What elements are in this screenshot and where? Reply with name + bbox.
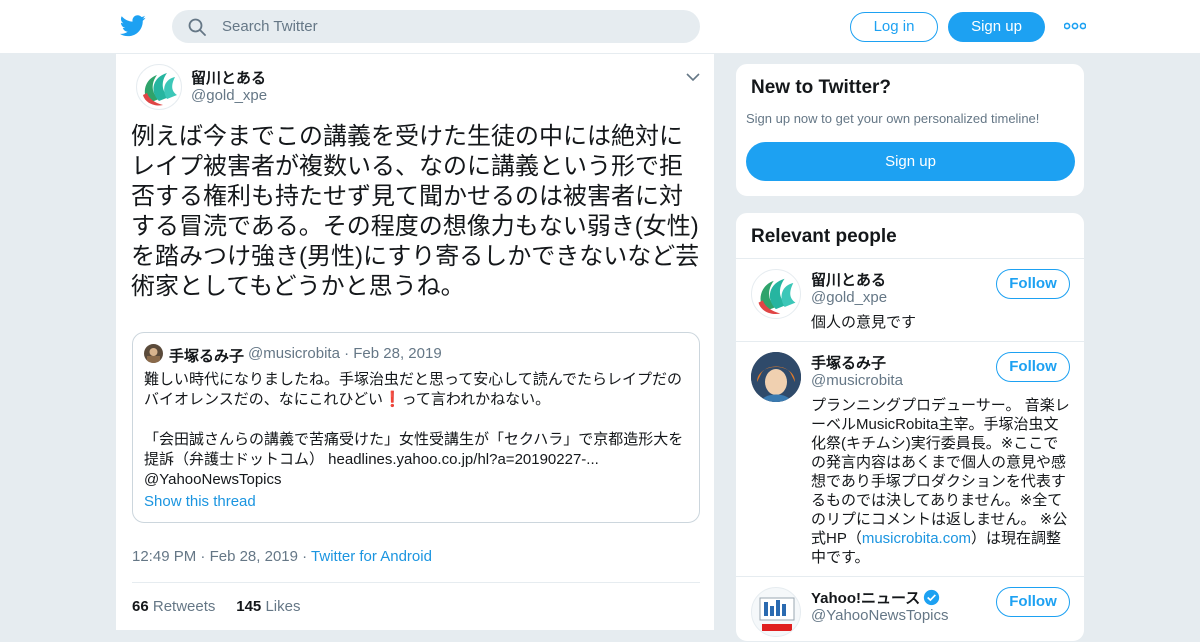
quoted-text-line1: 難しい時代になりましたね。手塚治虫だと思って安心して読んでたらレイプだのバイオレ… <box>144 370 694 410</box>
quoted-tweet[interactable]: 手塚るみ子 @musicrobita · Feb 28, 2019 難しい時代に… <box>132 332 700 523</box>
person-name[interactable]: 手塚るみ子 <box>811 352 886 373</box>
search-box[interactable]: Search Twitter <box>172 10 700 43</box>
person-row: 手塚るみ子 @musicrobita Follow プランニングプロデューサー。… <box>736 341 1084 576</box>
likes-label: Likes <box>265 598 301 615</box>
retweets-label: Retweets <box>152 598 216 615</box>
relevant-people-card: Relevant people 留川とある @gold_xpe Follow 個… <box>735 212 1085 642</box>
quoted-author-handle: @musicrobita <box>248 345 340 362</box>
person-bio: 個人の意見です <box>811 314 917 331</box>
bio-text: プランニングプロデューサー。 音楽レーベルMusicRobita主宰。手塚治虫文… <box>811 397 1070 547</box>
search-input[interactable]: Search Twitter <box>222 10 318 43</box>
tweet-source-link[interactable]: Twitter for Android <box>311 548 432 565</box>
avatar-image-icon <box>758 278 796 315</box>
person-handle[interactable]: @gold_xpe <box>811 289 887 306</box>
person-name[interactable]: Yahoo!ニュース <box>811 587 940 608</box>
more-dots-icon[interactable] <box>1064 22 1086 30</box>
person-bio: プランニングプロデューサー。 音楽レーベルMusicRobita主宰。手塚治虫文… <box>811 396 1071 567</box>
author-name[interactable]: 留川とある <box>191 67 266 88</box>
search-icon <box>188 18 206 36</box>
verified-badge-icon <box>924 589 940 606</box>
avatar-image-icon <box>143 73 177 106</box>
twitter-bird-logo-icon[interactable] <box>120 14 146 38</box>
card-subtitle: Sign up now to get your own personalized… <box>746 111 1040 126</box>
person-avatar[interactable] <box>751 269 801 319</box>
tweet-time[interactable]: 12:49 PM <box>132 548 196 565</box>
person-name[interactable]: 留川とある <box>811 269 886 290</box>
person-name-text: Yahoo!ニュース <box>811 590 921 607</box>
follow-button[interactable]: Follow <box>996 587 1070 617</box>
card-title: New to Twitter? <box>751 77 892 98</box>
likes-count: 145 <box>236 598 262 615</box>
top-navigation-bar: Search Twitter Log in Sign up <box>0 0 1200 54</box>
person-handle[interactable]: @YahooNewsTopics <box>811 607 949 624</box>
author-avatar[interactable] <box>136 64 182 110</box>
follow-button[interactable]: Follow <box>996 269 1070 299</box>
tweet-text: 例えば今までこの講義を受けた生徒の中には絶対にレイプ被害者が複数いる、なのに講義… <box>131 123 700 300</box>
person-row: 留川とある @gold_xpe Follow 個人の意見です <box>736 258 1084 341</box>
card-title: Relevant people <box>751 226 897 247</box>
meta-separator: · <box>302 548 308 565</box>
quoted-date: Feb 28, 2019 <box>353 345 442 362</box>
person-handle[interactable]: @musicrobita <box>811 372 903 389</box>
new-to-twitter-card: New to Twitter? Sign up now to get your … <box>735 63 1085 197</box>
quoted-meta: @musicrobita · Feb 28, 2019 <box>248 345 442 362</box>
meta-separator: · <box>200 548 206 565</box>
retweets-stat[interactable]: 66 Retweets <box>132 598 215 615</box>
quoted-text-part: って言われかねない。 <box>401 391 551 408</box>
quoted-author-avatar[interactable] <box>144 344 163 363</box>
exclamation-icon: ❗ <box>382 391 402 408</box>
tweet-stats: 66 Retweets 145 Likes <box>132 598 300 615</box>
follow-button[interactable]: Follow <box>996 352 1070 382</box>
person-avatar[interactable] <box>751 352 801 402</box>
tweet-meta: 12:49 PM · Feb 28, 2019 · Twitter for An… <box>132 548 432 565</box>
login-button[interactable]: Log in <box>850 12 938 42</box>
tweet-detail: 留川とある @gold_xpe 例えば今までこの講義を受けた生徒の中には絶対にレ… <box>115 54 715 630</box>
likes-stat[interactable]: 145 Likes <box>236 598 300 615</box>
quoted-text-line2: 「会田誠さんらの講義で苦痛受けた」女性受講生が「セクハラ」で京都造形大を提訴（弁… <box>144 431 684 488</box>
author-handle[interactable]: @gold_xpe <box>191 87 267 104</box>
meta-separator: · <box>344 345 350 362</box>
retweets-count: 66 <box>132 598 149 615</box>
chevron-down-icon[interactable] <box>686 72 700 82</box>
show-thread-link[interactable]: Show this thread <box>144 493 256 510</box>
card-signup-button[interactable]: Sign up <box>746 142 1075 181</box>
divider <box>132 582 700 583</box>
avatar-image-icon <box>751 352 801 402</box>
bio-link[interactable]: musicrobita.com <box>862 530 971 547</box>
tweet-date[interactable]: Feb 28, 2019 <box>210 548 298 565</box>
quoted-text: 難しい時代になりましたね。手塚治虫だと思って安心して読んでたらレイプだのバイオレ… <box>144 370 694 490</box>
person-row: Yahoo!ニュース @YahooNewsTopics Follow <box>736 576 1084 641</box>
avatar-image-icon <box>144 344 163 363</box>
quoted-author-name: 手塚るみ子 <box>169 348 245 365</box>
signup-button[interactable]: Sign up <box>948 12 1045 42</box>
